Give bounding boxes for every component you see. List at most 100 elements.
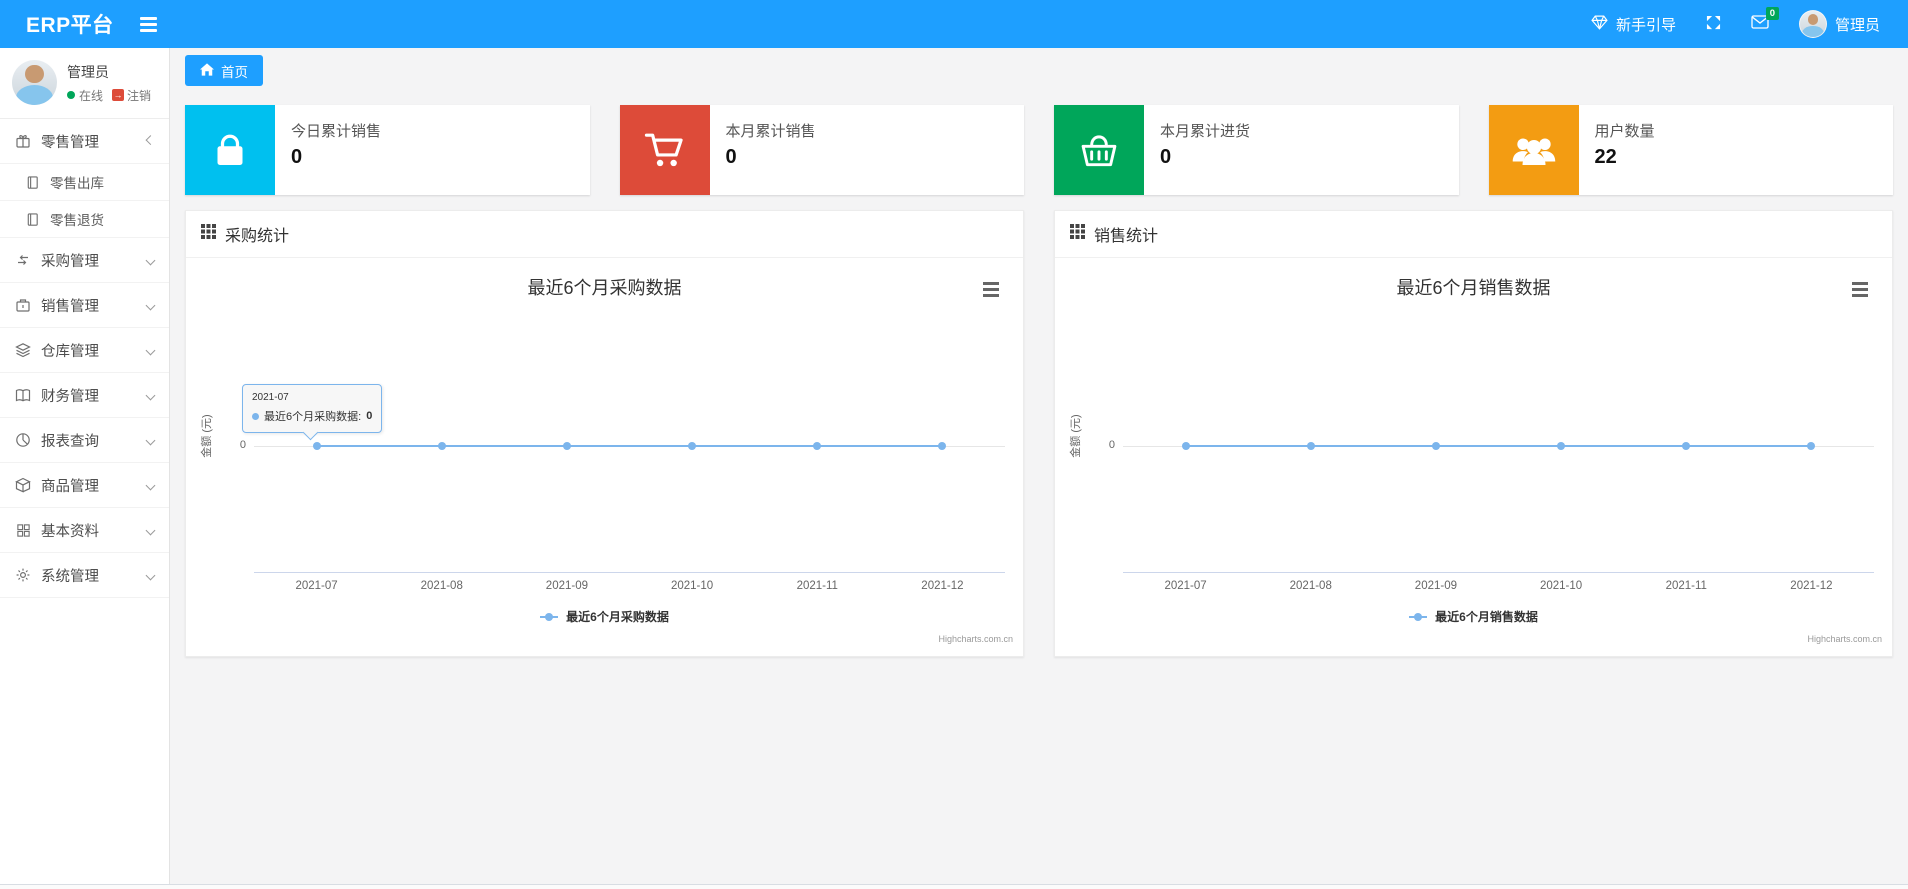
x-axis: 2021-07 2021-08 2021-09 2021-10 2021-11 … — [254, 580, 1005, 596]
tooltip-series-label: 最近6个月采购数据: — [264, 411, 362, 423]
stat-card-value: 22 — [1594, 146, 1617, 168]
stat-card-label: 用户数量 — [1594, 123, 1655, 140]
sidebar-item-basic-data[interactable]: 基本资料 — [0, 508, 169, 553]
user-name: 管理员 — [1834, 16, 1880, 34]
tab-home[interactable]: 首页 — [185, 55, 263, 86]
top-navbar: ERP平台 新手引导 0 管理员 — [0, 0, 1908, 48]
x-axis-label: 2021-08 — [420, 580, 463, 592]
messages-badge: 0 — [1765, 7, 1779, 21]
messages-button[interactable]: 0 — [1751, 7, 1779, 33]
data-point-marker[interactable] — [1682, 442, 1691, 450]
stat-card-month-purchases[interactable]: 本月累计进货 0 — [1054, 105, 1459, 195]
x-axis-label: 2021-07 — [295, 580, 338, 592]
chart-tooltip: 2021-07 最近6个月采购数据: 0 — [242, 384, 383, 433]
data-point-marker[interactable] — [312, 442, 321, 450]
sidebar-item-label: 销售管理 — [41, 298, 99, 315]
chevron-left-icon — [145, 570, 156, 580]
sidebar: 管理员 在线 → 注销 零售管理 零售出库 零售退货 采购管理 销售管理 仓库管… — [0, 48, 170, 889]
x-axis-label: 2021-11 — [796, 580, 838, 592]
x-axis-label: 2021-07 — [1164, 580, 1207, 592]
sidebar-item-purchase[interactable]: 采购管理 — [0, 238, 169, 283]
footer-divider — [0, 884, 1908, 889]
data-point-marker[interactable] — [1306, 442, 1315, 450]
user-avatar — [1798, 10, 1827, 38]
gem-icon — [1591, 15, 1608, 34]
data-point-marker[interactable] — [688, 442, 697, 450]
home-icon — [200, 62, 214, 79]
tooltip-value: 0 — [366, 410, 373, 422]
x-axis: 2021-07 2021-08 2021-09 2021-10 2021-11 … — [1123, 580, 1874, 596]
chevron-left-icon — [145, 300, 156, 310]
legend-item[interactable]: 最近6个月采购数据 — [186, 608, 1023, 625]
sidebar-item-label: 报表查询 — [41, 433, 99, 450]
sidebar-item-system[interactable]: 系统管理 — [0, 553, 169, 598]
plot-area: 2021-07 最近6个月采购数据: 0 — [242, 258, 1005, 573]
fullscreen-button[interactable] — [1706, 15, 1721, 34]
sidebar-item-label: 基本资料 — [41, 523, 99, 540]
panels-row: 采购统计 最近6个月采购数据 金额 (元) 0 2021-07 最近6个月采购数… — [185, 210, 1893, 657]
y-axis-tick: 0 — [239, 439, 246, 451]
series-line — [316, 445, 943, 447]
exchange-icon — [14, 252, 32, 268]
sidebar-item-retail-outbound[interactable]: 零售出库 — [0, 164, 169, 201]
y-axis-label: 金额 (元) — [1070, 414, 1082, 458]
guide-label: 新手引导 — [1615, 16, 1676, 34]
sidebar-item-warehouse[interactable]: 仓库管理 — [0, 328, 169, 373]
stat-card-today-sales[interactable]: 今日累计销售 0 — [185, 105, 590, 195]
data-point-marker[interactable] — [813, 442, 822, 450]
users-icon — [1488, 105, 1579, 195]
plot-area — [1123, 258, 1874, 573]
sign-out-icon: → — [112, 89, 125, 101]
stat-card-user-count[interactable]: 用户数量 22 — [1488, 105, 1893, 195]
panel-title: 采购统计 — [225, 228, 290, 245]
sidebar-avatar — [12, 60, 57, 105]
series-dot-icon — [252, 412, 259, 420]
gear-icon — [14, 567, 32, 583]
data-point-marker[interactable] — [562, 442, 571, 450]
layers-icon — [14, 342, 32, 358]
logout-label: 注销 — [127, 88, 152, 103]
sidebar-item-retail-return[interactable]: 零售退货 — [0, 201, 169, 238]
sidebar-item-label: 商品管理 — [41, 478, 99, 495]
data-point-marker[interactable] — [1557, 442, 1566, 450]
data-point-marker[interactable] — [938, 442, 947, 450]
pie-chart-icon — [14, 432, 32, 448]
sidebar-item-sales[interactable]: 销售管理 — [0, 283, 169, 328]
journal-icon — [23, 174, 41, 190]
stat-card-label: 今日累计销售 — [291, 123, 382, 140]
sidebar-menu: 零售管理 零售出库 零售退货 采购管理 销售管理 仓库管理 财务管理 报表查询 … — [0, 118, 169, 598]
navbar-right: 新手引导 0 管理员 — [1591, 7, 1908, 38]
guide-link[interactable]: 新手引导 — [1591, 14, 1676, 35]
tooltip-header: 2021-07 — [252, 392, 289, 403]
box-icon — [14, 477, 32, 493]
sidebar-user-name: 管理员 — [67, 63, 109, 80]
chevron-left-icon — [145, 255, 156, 265]
chevron-left-icon — [145, 435, 156, 445]
stat-card-month-sales[interactable]: 本月累计销售 0 — [619, 105, 1024, 195]
sidebar-item-goods[interactable]: 商品管理 — [0, 463, 169, 508]
highcharts-credits-link[interactable]: Highcharts.com.cn — [1807, 634, 1882, 644]
sidebar-toggle-button[interactable] — [139, 16, 157, 32]
data-point-marker[interactable] — [437, 442, 446, 450]
x-axis-label: 2021-10 — [1539, 580, 1583, 592]
sidebar-item-retail[interactable]: 零售管理 — [0, 119, 169, 164]
legend-item[interactable]: 最近6个月销售数据 — [1055, 608, 1892, 625]
sidebar-item-finance[interactable]: 财务管理 — [0, 373, 169, 418]
panel-purchase-stats: 采购统计 最近6个月采购数据 金额 (元) 0 2021-07 最近6个月采购数… — [185, 210, 1024, 657]
data-point-marker[interactable] — [1807, 442, 1816, 450]
th-grid-icon — [1070, 224, 1085, 244]
sidebar-item-reports[interactable]: 报表查询 — [0, 418, 169, 463]
data-point-marker[interactable] — [1181, 442, 1190, 450]
highcharts-credits-link[interactable]: Highcharts.com.cn — [938, 634, 1013, 644]
y-axis-tick: 0 — [1108, 439, 1115, 451]
stat-cards-row: 今日累计销售 0 本月累计销售 0 本月累计进货 0 用户数量 22 — [185, 105, 1893, 195]
shopping-bag-icon — [185, 105, 275, 195]
brand-logo[interactable]: ERP平台 — [0, 9, 114, 39]
stat-card-value: 0 — [725, 146, 737, 168]
data-point-marker[interactable] — [1431, 442, 1440, 450]
stat-card-label: 本月累计销售 — [725, 123, 816, 140]
open-book-icon — [14, 387, 32, 403]
logout-button[interactable]: → 注销 — [112, 87, 151, 104]
user-menu[interactable]: 管理员 — [1798, 10, 1880, 38]
legend-label: 最近6个月采购数据 — [566, 610, 669, 624]
